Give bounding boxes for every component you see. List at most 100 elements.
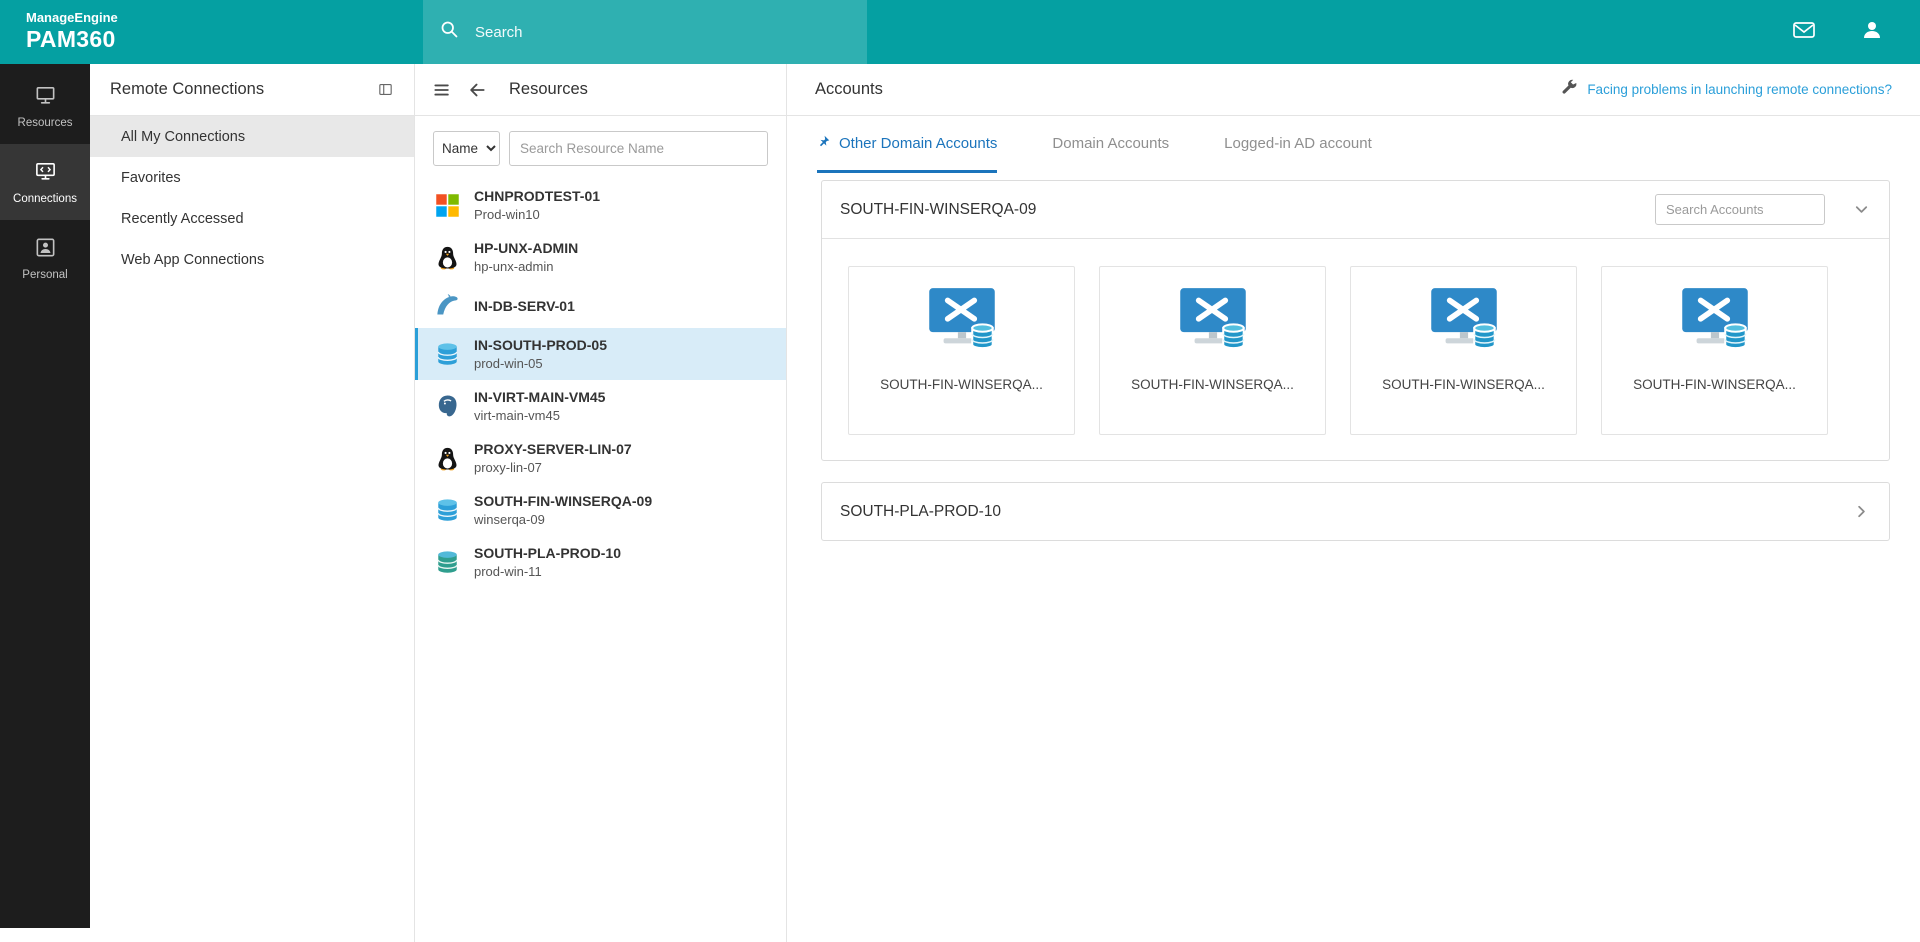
rdp-account-icon [1170, 267, 1256, 368]
linux-icon [434, 244, 461, 271]
accounts-title: Accounts [815, 80, 883, 99]
database-icon [434, 497, 461, 524]
dock-panel-icon[interactable] [377, 81, 394, 98]
app-root: ManageEngine PAM360 Resources Connection… [0, 0, 1920, 942]
account-card[interactable]: SOUTH-FIN-WINSERQA... [1601, 266, 1828, 435]
resource-subtitle: virt-main-vm45 [474, 408, 605, 423]
sidebar-item-label: Resources [18, 117, 73, 129]
connections-item-label: Favorites [121, 170, 181, 186]
sidebar-item-personal[interactable]: Personal [0, 220, 90, 296]
resource-search-input[interactable] [509, 131, 768, 166]
account-name: SOUTH-FIN-WINSERQA... [880, 377, 1043, 392]
account-card[interactable]: SOUTH-FIN-WINSERQA... [1350, 266, 1577, 435]
account-groups: SOUTH-FIN-WINSERQA-09 SOUTH-FIN-WINSERQA… [787, 173, 1920, 562]
resource-name: HP-UNX-ADMIN [474, 240, 578, 256]
resource-subtitle: prod-win-11 [474, 564, 621, 579]
connections-item-favorites[interactable]: Favorites [90, 157, 414, 198]
top-header: ManageEngine PAM360 [0, 0, 1920, 64]
account-group-title: SOUTH-PLA-PROD-10 [840, 503, 1001, 521]
resource-name: CHNPRODTEST-01 [474, 188, 600, 204]
resource-sort-select[interactable]: Name [433, 131, 500, 166]
postgresql-icon [434, 393, 461, 420]
account-group-collapsed: SOUTH-PLA-PROD-10 [821, 482, 1890, 541]
sidebar-item-connections[interactable]: Connections [0, 144, 90, 220]
pin-icon [817, 134, 831, 152]
windows-icon [434, 192, 461, 219]
connections-list: All My Connections Favorites Recently Ac… [90, 116, 414, 280]
linux-icon [434, 445, 461, 472]
user-icon[interactable] [1860, 18, 1884, 47]
mysql-icon [434, 292, 461, 319]
resource-list-item[interactable]: PROXY-SERVER-LIN-07 proxy-lin-07 [415, 432, 786, 484]
connections-item-label: All My Connections [121, 129, 245, 145]
help-link-label: Facing problems in launching remote conn… [1587, 82, 1892, 97]
account-card[interactable]: SOUTH-FIN-WINSERQA... [1099, 266, 1326, 435]
tab-domain-accounts[interactable]: Domain Accounts [1052, 116, 1169, 173]
menu-icon[interactable] [432, 80, 452, 100]
rdp-account-icon [1421, 267, 1507, 368]
resources-list: CHNPRODTEST-01 Prod-win10 HP-UNX-ADMIN h… [415, 179, 786, 942]
resource-subtitle: hp-unx-admin [474, 259, 578, 274]
tab-label: Logged-in AD account [1224, 135, 1372, 152]
resource-list-item-selected[interactable]: IN-SOUTH-PROD-05 prod-win-05 [415, 328, 786, 380]
resource-list-item[interactable]: HP-UNX-ADMIN hp-unx-admin [415, 231, 786, 283]
tab-other-domain-accounts[interactable]: Other Domain Accounts [817, 116, 997, 173]
resource-subtitle: Prod-win10 [474, 207, 600, 222]
brand-pam360: PAM360 [26, 26, 118, 52]
connections-icon [34, 160, 57, 186]
search-icon [439, 19, 460, 45]
sidebar-item-resources[interactable]: Resources [0, 68, 90, 144]
account-group-header[interactable]: SOUTH-FIN-WINSERQA-09 [822, 181, 1889, 238]
mail-icon[interactable] [1792, 18, 1816, 47]
accounts-panel: Accounts Facing problems in launching re… [787, 64, 1920, 942]
remote-connections-help-link[interactable]: Facing problems in launching remote conn… [1560, 79, 1892, 100]
account-group-header[interactable]: SOUTH-PLA-PROD-10 [822, 483, 1889, 540]
resource-list-item[interactable]: SOUTH-FIN-WINSERQA-09 winserqa-09 [415, 484, 786, 536]
account-group-title: SOUTH-FIN-WINSERQA-09 [840, 201, 1036, 219]
resource-name: IN-SOUTH-PROD-05 [474, 337, 607, 353]
resources-filter-row: Name [415, 116, 786, 179]
brand-logo[interactable]: ManageEngine PAM360 [0, 11, 118, 52]
resource-list-item[interactable]: CHNPRODTEST-01 Prod-win10 [415, 179, 786, 231]
connections-item-label: Recently Accessed [121, 211, 244, 227]
connections-item-recently-accessed[interactable]: Recently Accessed [90, 198, 414, 239]
connections-item-all-my-connections[interactable]: All My Connections [90, 116, 414, 157]
header-actions [1792, 18, 1920, 47]
rdp-account-icon [919, 267, 1005, 368]
tab-logged-in-ad-account[interactable]: Logged-in AD account [1224, 116, 1372, 173]
brand-manageengine: ManageEngine [26, 11, 118, 26]
account-search-input[interactable] [1655, 194, 1825, 225]
account-group-expanded: SOUTH-FIN-WINSERQA-09 SOUTH-FIN-WINSERQA… [821, 180, 1890, 461]
resource-name: SOUTH-FIN-WINSERQA-09 [474, 493, 652, 509]
remote-connections-title: Remote Connections [110, 80, 264, 99]
resource-subtitle: proxy-lin-07 [474, 460, 632, 475]
account-card[interactable]: SOUTH-FIN-WINSERQA... [848, 266, 1075, 435]
sidebar-item-label: Connections [13, 193, 77, 205]
resources-monitor-icon [34, 84, 57, 110]
connections-item-web-app-connections[interactable]: Web App Connections [90, 239, 414, 280]
accounts-header: Accounts Facing problems in launching re… [787, 64, 1920, 116]
collapse-left-icon[interactable] [467, 80, 487, 100]
resource-list-item[interactable]: SOUTH-PLA-PROD-10 prod-win-11 [415, 536, 786, 588]
resource-name: SOUTH-PLA-PROD-10 [474, 545, 621, 561]
resource-list-item[interactable]: IN-VIRT-MAIN-VM45 virt-main-vm45 [415, 380, 786, 432]
account-name: SOUTH-FIN-WINSERQA... [1633, 377, 1796, 392]
resource-list-item[interactable]: IN-DB-SERV-01 [415, 283, 786, 328]
connections-item-label: Web App Connections [121, 252, 264, 268]
sidebar-item-label: Personal [22, 269, 67, 281]
main-layout: Resources Connections Personal Remote Co… [0, 64, 1920, 942]
rdp-account-icon [1672, 267, 1758, 368]
global-search [423, 0, 867, 64]
resources-panel: Resources Name CHNPRODTEST-01 Prod-win10 [414, 64, 787, 942]
wrench-icon [1560, 79, 1578, 100]
account-name: SOUTH-FIN-WINSERQA... [1131, 377, 1294, 392]
account-cards: SOUTH-FIN-WINSERQA... SOUTH-FIN-WINSERQA… [822, 238, 1889, 460]
chevron-right-icon[interactable] [1852, 502, 1871, 521]
chevron-down-icon[interactable] [1852, 200, 1871, 219]
resource-name: PROXY-SERVER-LIN-07 [474, 441, 632, 457]
remote-connections-panel: Remote Connections All My Connections Fa… [90, 64, 414, 942]
resource-name: IN-VIRT-MAIN-VM45 [474, 389, 605, 405]
account-name: SOUTH-FIN-WINSERQA... [1382, 377, 1545, 392]
global-search-input[interactable] [473, 23, 851, 42]
left-sidebar: Resources Connections Personal [0, 64, 90, 928]
